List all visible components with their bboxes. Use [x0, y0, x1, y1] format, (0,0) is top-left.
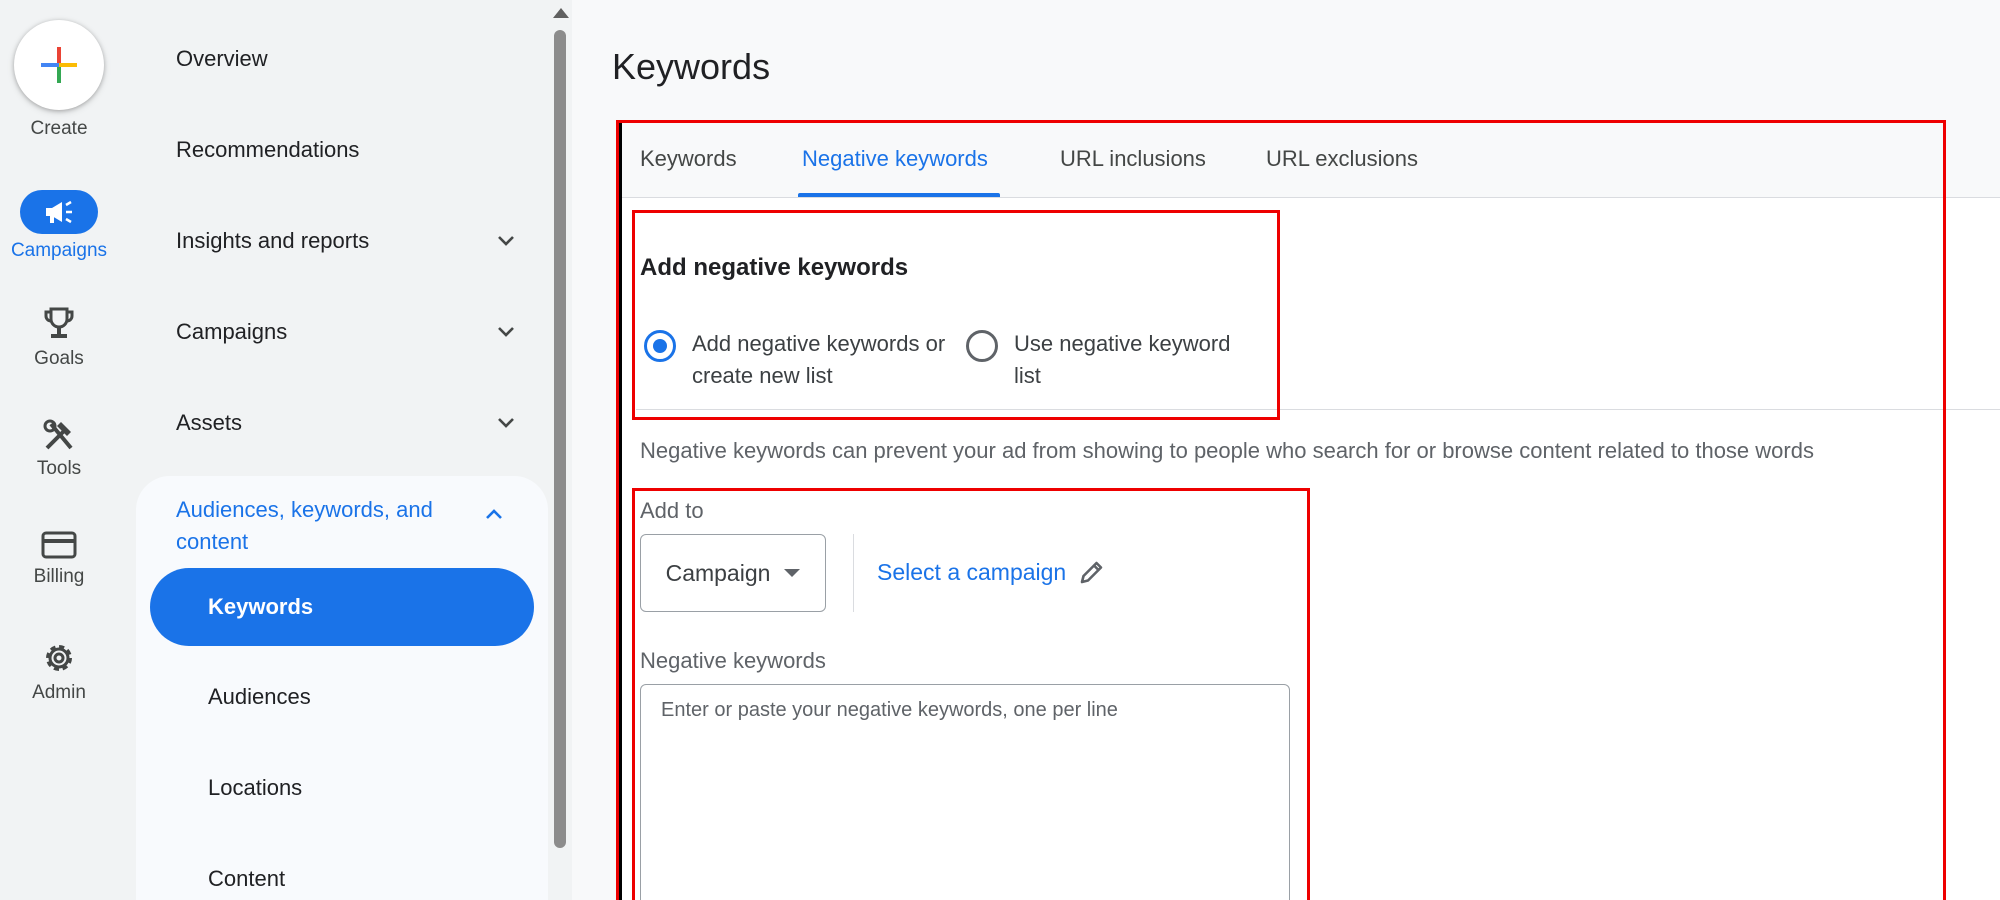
left-rail: Create Campaigns Goals Tools Billing Adm…	[0, 0, 118, 900]
divider	[636, 409, 2000, 410]
tab-url-exclusions[interactable]: URL exclusions	[1266, 146, 1418, 172]
tab-negative-keywords[interactable]: Negative keywords	[802, 146, 988, 172]
create-label: Create	[30, 118, 88, 139]
nav-section-header[interactable]: Audiences, keywords, and content	[176, 494, 476, 558]
rail-item-admin[interactable]: Admin	[0, 640, 118, 704]
add-to-dropdown[interactable]: Campaign	[640, 534, 826, 612]
rail-item-label: Admin	[32, 682, 86, 703]
create-button[interactable]	[14, 20, 104, 110]
radio-add-negative-keywords[interactable]	[644, 330, 676, 362]
tab-bar: Keywords Negative keywords URL inclusion…	[622, 120, 2000, 198]
nav-item-campaigns[interactable]: Campaigns	[176, 319, 518, 345]
nav-item-label: Campaigns	[176, 319, 288, 344]
nav-section-audiences-keywords-content: Audiences, keywords, and content Keyword…	[136, 476, 548, 900]
pencil-icon	[1080, 561, 1103, 584]
rail-item-tools[interactable]: Tools	[0, 418, 118, 480]
sub-nav-item-label: Audiences	[208, 684, 311, 709]
radio-label-use-negative-keyword-list: Use negative keyword list	[1014, 331, 1231, 388]
sub-nav-item-label: Keywords	[208, 594, 314, 619]
select-campaign-label: Select a campaign	[877, 558, 1067, 585]
select-campaign-link[interactable]: Select a campaign	[877, 558, 1106, 586]
credit-card-icon	[41, 531, 77, 559]
nav-item-recommendations[interactable]: Recommendations	[176, 137, 518, 163]
rail-item-label: Tools	[36, 458, 82, 479]
nav-item-label: Insights and reports	[176, 228, 370, 253]
negative-keywords-label: Negative keywords	[640, 648, 826, 673]
keywords-card: Keywords Negative keywords URL inclusion…	[616, 120, 2000, 900]
nav-panel: Overview Recommendations Insights and re…	[118, 0, 548, 900]
negative-keywords-textarea[interactable]	[640, 684, 1290, 900]
chevron-down-icon	[498, 418, 514, 428]
nav-item-overview[interactable]: Overview	[176, 46, 518, 72]
scrollbar-thumb[interactable]	[554, 30, 566, 848]
main-content: Keywords Keywords Negative keywords URL …	[572, 0, 2000, 900]
tab-url-inclusions[interactable]: URL inclusions	[1060, 146, 1206, 172]
caret-down-icon	[784, 569, 801, 577]
page-title: Keywords	[612, 46, 771, 87]
sub-nav-item-label: Content	[208, 866, 286, 891]
tools-icon	[43, 419, 73, 450]
vertical-divider	[853, 534, 854, 612]
add-to-label: Add to	[640, 498, 704, 523]
radio-use-negative-keyword-list[interactable]	[966, 330, 998, 362]
chevron-down-icon	[498, 327, 514, 337]
nav-scrollbar[interactable]	[548, 0, 572, 900]
rail-item-label: Campaigns	[10, 240, 108, 261]
rail-item-billing[interactable]: Billing	[0, 530, 118, 588]
nav-item-label: Overview	[176, 46, 268, 71]
helper-text: Negative keywords can prevent your ad fr…	[640, 438, 1814, 463]
sub-nav-item-locations[interactable]: Locations	[150, 749, 534, 827]
gear-icon	[46, 645, 72, 671]
tab-keywords[interactable]: Keywords	[640, 146, 737, 172]
scroll-up-arrow-icon[interactable]	[553, 8, 569, 18]
nav-item-assets[interactable]: Assets	[176, 410, 518, 436]
chevron-up-icon[interactable]	[482, 502, 506, 526]
rail-item-label: Goals	[34, 348, 84, 369]
sub-nav-item-audiences[interactable]: Audiences	[150, 658, 534, 736]
rail-item-campaigns[interactable]: Campaigns	[0, 190, 118, 262]
nav-item-label: Recommendations	[176, 137, 360, 162]
rail-item-label: Billing	[33, 566, 85, 587]
plus-icon	[41, 47, 77, 83]
sub-nav-item-content[interactable]: Content	[150, 840, 534, 900]
add-to-dropdown-value: Campaign	[665, 559, 771, 586]
section-title: Add negative keywords	[640, 254, 909, 281]
megaphone-icon	[20, 190, 98, 234]
sub-nav-item-label: Locations	[208, 775, 303, 800]
radio-label-add-negative-keywords: Add negative keywords or create new list	[692, 331, 946, 388]
nav-item-label: Assets	[176, 410, 243, 435]
trophy-icon	[44, 307, 74, 338]
sub-nav-item-keywords[interactable]: Keywords	[150, 568, 534, 646]
rail-item-goals[interactable]: Goals	[0, 306, 118, 370]
active-tab-indicator	[798, 193, 1000, 197]
nav-item-insights-and-reports[interactable]: Insights and reports	[176, 228, 518, 254]
chevron-down-icon	[498, 236, 514, 246]
